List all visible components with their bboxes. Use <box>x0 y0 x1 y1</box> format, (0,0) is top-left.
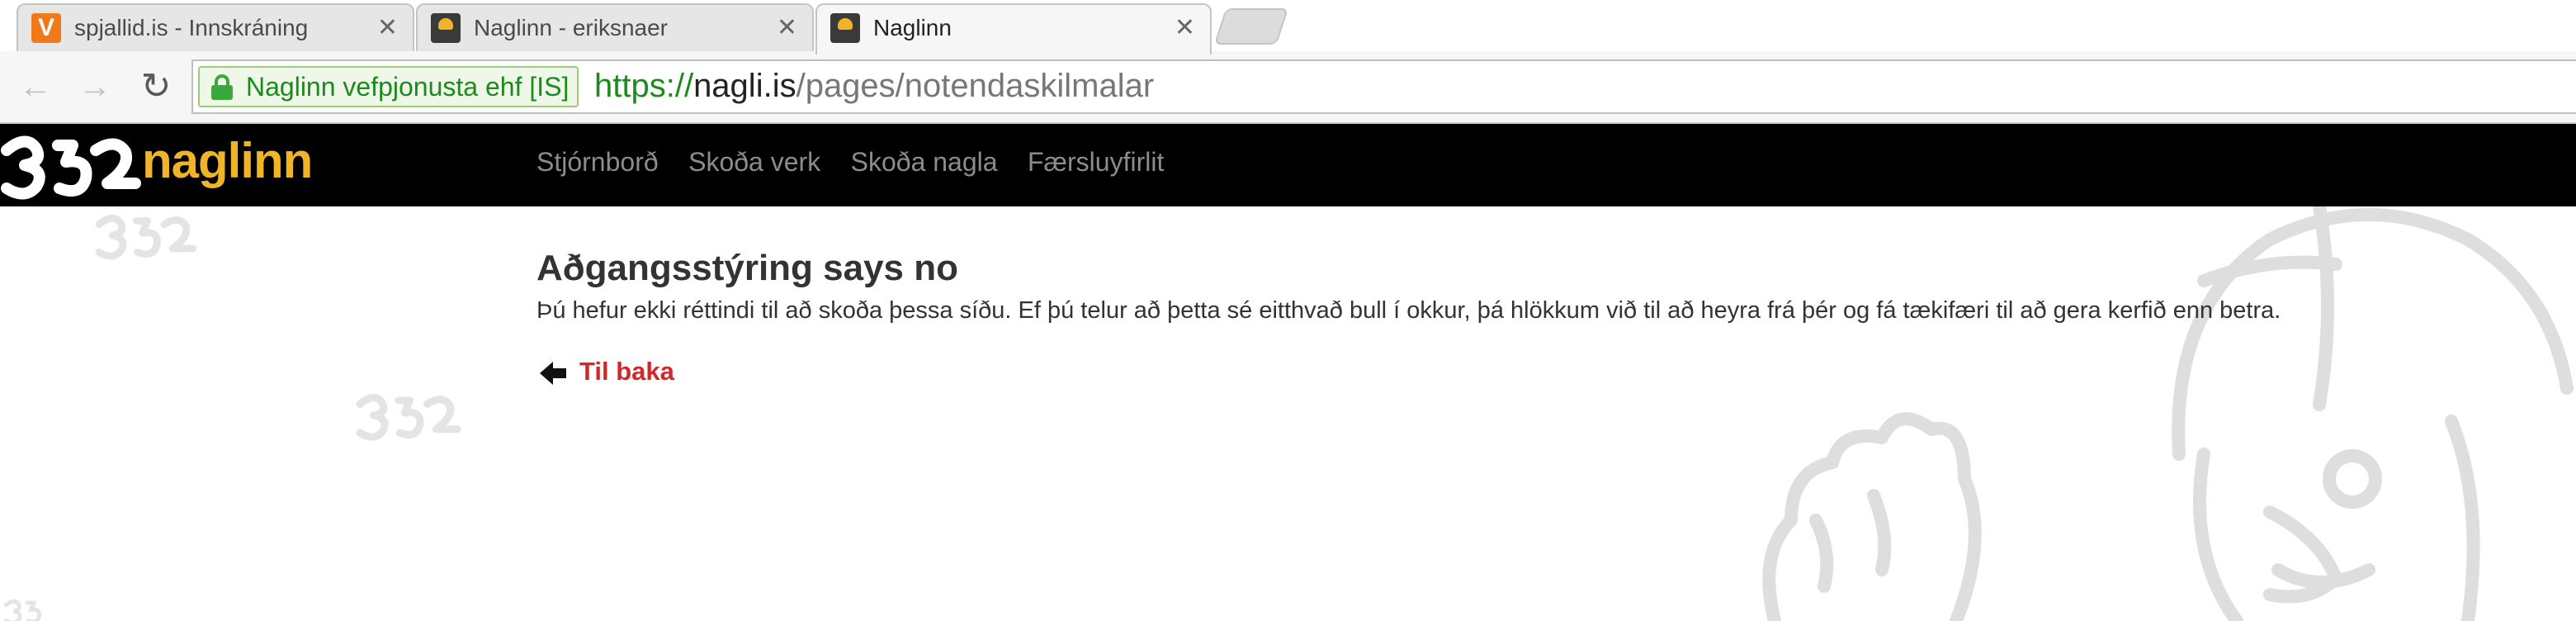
browser-tab-strip: V spjallid.is - Innskráning ✕ Naglinn - … <box>0 0 2576 55</box>
nav-item-skoda-nagla[interactable]: Skoða nagla <box>851 147 998 178</box>
tab-title: Naglinn <box>873 15 952 40</box>
vivaldi-v-icon: V <box>31 13 61 43</box>
tab-title: spjallid.is - Innskráning <box>74 15 309 40</box>
nav-item-stjornbord[interactable]: Stjórnborð <box>536 147 659 178</box>
tab-title: Naglinn - eriksnaer <box>474 15 668 40</box>
url-scheme: https:// <box>594 68 694 104</box>
logo-wordmark: naglinn <box>142 133 313 188</box>
watermark-logo-icon <box>4 599 42 621</box>
watermark-logo-icon <box>95 214 197 260</box>
close-icon[interactable]: ✕ <box>1175 13 1195 42</box>
tab-naglinn-eriksnaer[interactable]: Naglinn - eriksnaer ✕ <box>416 3 814 53</box>
nav-item-skoda-verk[interactable]: Skoða verk <box>688 147 820 178</box>
back-arrow-icon[interactable]: ← <box>15 66 56 107</box>
nav-item-faersluyfirlit[interactable]: Færsluyfirlit <box>1028 147 1164 178</box>
address-bar[interactable]: Naglinn vefpjonusta ehf [IS] https://nag… <box>191 59 2576 114</box>
main-nav: Stjórnborð Skoða verk Skoða nagla Færslu… <box>536 147 1190 178</box>
mascot-worker-illustration <box>1762 206 2574 621</box>
ev-certificate-badge[interactable]: Naglinn vefpjonusta ehf [IS] <box>198 66 579 107</box>
page-content: Aðgangsstýring says no Þú hefur ekki rét… <box>0 206 2576 621</box>
forward-arrow-icon[interactable]: → <box>74 66 116 107</box>
url-text[interactable]: https://nagli.is/pages/notendaskilmalar <box>594 65 1154 107</box>
site-header: naglinn Stjórnborð Skoða verk Skoða nagl… <box>0 124 2576 206</box>
page-title: Aðgangsstýring says no <box>536 248 959 288</box>
browser-toolbar: ← → ↻ Naglinn vefpjonusta ehf [IS] https… <box>0 51 2576 124</box>
reload-icon[interactable]: ↻ <box>135 66 177 107</box>
watermark-logo-icon <box>356 393 461 441</box>
naglinn-logo-mark-icon <box>1 135 141 200</box>
back-link-label: Til baka <box>579 357 674 386</box>
tab-spjallid[interactable]: V spjallid.is - Innskráning ✕ <box>17 3 414 53</box>
new-tab-button[interactable] <box>1213 8 1289 45</box>
close-icon[interactable]: ✕ <box>377 13 398 42</box>
back-arrow-icon <box>540 362 566 385</box>
url-host: nagli.is <box>693 68 796 104</box>
access-denied-message: Þú hefur ekki réttindi til að skoða þess… <box>536 297 2281 324</box>
close-icon[interactable]: ✕ <box>777 13 797 42</box>
url-path: /pages/notendaskilmalar <box>796 68 1155 104</box>
lock-icon <box>211 74 233 100</box>
naglinn-helmet-icon <box>830 13 860 43</box>
site-logo[interactable]: naglinn <box>0 126 314 205</box>
certificate-owner: Naglinn vefpjonusta ehf [IS] <box>246 72 570 102</box>
naglinn-helmet-icon <box>431 13 461 43</box>
tab-naglinn-active[interactable]: Naglinn ✕ <box>815 3 1212 55</box>
